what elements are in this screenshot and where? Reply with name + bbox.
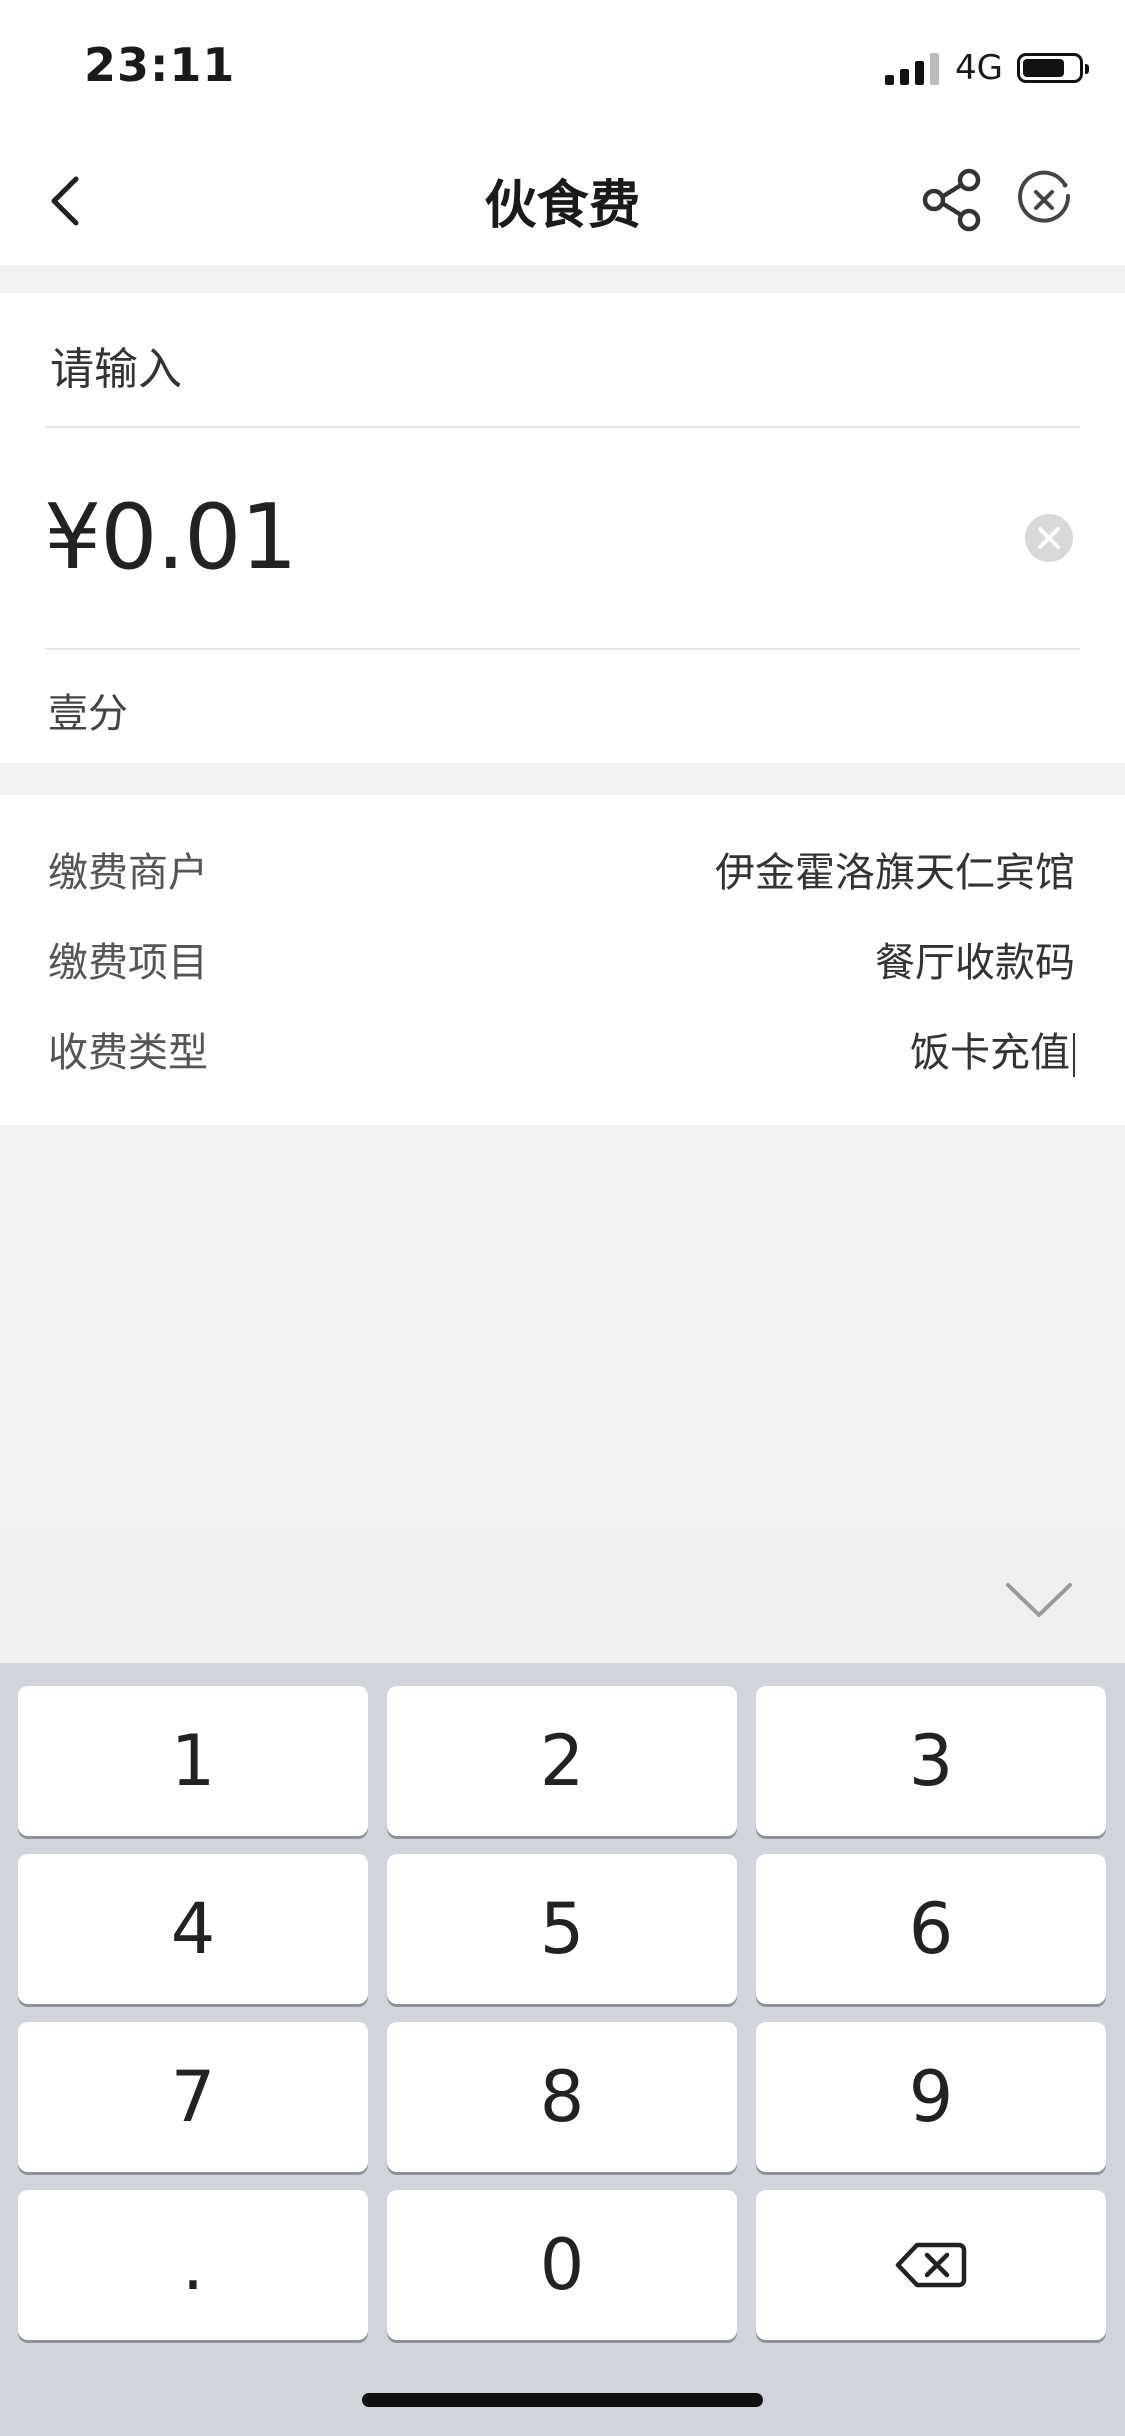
divider: [45, 426, 1080, 428]
status-indicators: 4G: [885, 48, 1089, 88]
network-type: 4G: [955, 48, 1003, 88]
close-circle-icon: [1018, 170, 1071, 223]
status-time: 23:11: [84, 38, 236, 92]
key-backspace[interactable]: [756, 2190, 1106, 2340]
key-2[interactable]: 2: [387, 1686, 737, 1836]
dismiss-keyboard-button[interactable]: [1004, 1579, 1074, 1623]
key-1[interactable]: 1: [18, 1686, 368, 1836]
share-button[interactable]: [918, 165, 988, 235]
key-7[interactable]: 7: [18, 2022, 368, 2172]
clear-icon: [1038, 527, 1060, 549]
amount-display[interactable]: ¥0.01: [44, 485, 298, 590]
share-icon: [922, 168, 981, 232]
detail-row-item: 缴费项目 餐厅收款码: [48, 929, 1075, 989]
detail-label: 收费类型: [48, 1030, 208, 1076]
signal-icon: [885, 51, 940, 85]
battery-icon: [1017, 53, 1089, 83]
key-0[interactable]: 0: [387, 2190, 737, 2340]
clear-amount-button[interactable]: [1025, 514, 1073, 562]
status-bar: 23:11 4G: [0, 0, 1125, 135]
memo-input[interactable]: [48, 333, 1052, 405]
detail-label: 缴费项目: [48, 940, 208, 986]
detail-value: 饭卡充值: [910, 1030, 1070, 1076]
key-9[interactable]: 9: [756, 2022, 1106, 2172]
detail-value-wrap: 饭卡充值: [910, 1020, 1075, 1078]
chevron-down-icon: [1006, 1583, 1072, 1617]
backspace-icon: [895, 2242, 967, 2288]
keyboard-accessory-bar: [0, 1527, 1125, 1663]
key-5[interactable]: 5: [387, 1854, 737, 2004]
nav-bar: 伙食费: [0, 135, 1125, 265]
key-3[interactable]: 3: [756, 1686, 1106, 1836]
detail-label: 缴费商户: [48, 850, 208, 896]
key-decimal[interactable]: .: [18, 2190, 368, 2340]
home-indicator: [362, 2393, 763, 2407]
key-8[interactable]: 8: [387, 2022, 737, 2172]
detail-value: 餐厅收款码: [875, 940, 1075, 986]
amount-in-words: 壹分: [48, 691, 128, 737]
amount-card: ¥0.01 壹分: [0, 293, 1125, 763]
close-button[interactable]: [1013, 168, 1077, 232]
key-4[interactable]: 4: [18, 1854, 368, 2004]
detail-row-fee-type: 收费类型 饭卡充值: [48, 1019, 1075, 1079]
key-6[interactable]: 6: [756, 1854, 1106, 2004]
numeric-keyboard: 1 2 3 4 5 6 7 8 9 . 0: [0, 1663, 1125, 2436]
divider: [45, 648, 1080, 650]
detail-value: 伊金霍洛旗天仁宾馆: [715, 850, 1075, 896]
text-cursor: [1073, 1033, 1075, 1077]
payment-details: 缴费商户 伊金霍洛旗天仁宾馆 缴费项目 餐厅收款码 收费类型 饭卡充值: [0, 795, 1125, 1125]
detail-row-merchant: 缴费商户 伊金霍洛旗天仁宾馆: [48, 839, 1075, 899]
